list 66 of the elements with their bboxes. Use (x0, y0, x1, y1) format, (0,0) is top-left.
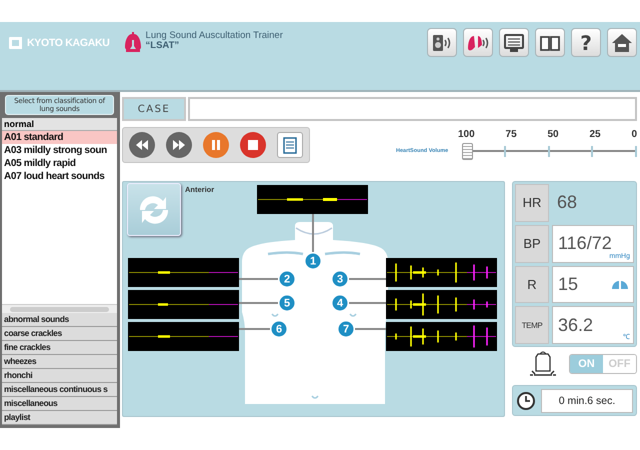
pause-icon (209, 139, 223, 151)
vital-label: BP (515, 224, 549, 262)
volume-tick-label: 0 (631, 129, 637, 142)
leader-line (349, 302, 386, 304)
company-name: KYOTO KAGAKU (27, 37, 110, 49)
vital-value: 36.2 (558, 314, 594, 336)
leader-line (239, 278, 278, 280)
category-item[interactable]: coarse crackles (2, 327, 117, 341)
sound-item[interactable]: A01 standard (2, 131, 117, 144)
volume-tick-label: 50 (548, 129, 559, 142)
category-item[interactable]: rhonchi (2, 369, 117, 383)
stop-button[interactable] (240, 132, 266, 158)
category-item[interactable]: miscellaneous continuous s (2, 383, 117, 397)
volume-slider-track[interactable] (462, 143, 637, 159)
leader-line (239, 328, 270, 330)
stop-icon (246, 139, 260, 151)
category-item[interactable]: playlist (2, 411, 117, 425)
monitor-button[interactable] (499, 28, 529, 57)
help-button[interactable]: ? (571, 28, 601, 57)
pause-button[interactable] (203, 132, 229, 158)
case-field[interactable] (188, 97, 637, 121)
leader-line (312, 214, 314, 252)
lungs-sound-button[interactable] (463, 28, 493, 57)
fast-forward-icon (172, 139, 186, 151)
sound-item[interactable]: A05 mildly rapid (2, 157, 117, 170)
category-item[interactable]: abnormal sounds (2, 313, 117, 327)
sound-item[interactable]: A03 mildly strong soun (2, 144, 117, 157)
rewind-button[interactable] (129, 132, 155, 158)
vital-value: 116/72 (558, 233, 612, 254)
product-code: “LSAT” (146, 41, 180, 51)
leader-line (239, 302, 278, 304)
vital-label: HR (515, 184, 549, 222)
vital-value: 68 (557, 192, 578, 214)
elapsed-time: 0 min.6 sec. (541, 388, 633, 412)
sound-item[interactable]: A07 loud heart sounds (2, 170, 117, 183)
notes-button[interactable] (277, 132, 303, 158)
vital-label: R (515, 266, 549, 304)
lungs-icon (612, 280, 628, 290)
volume-tick-label: 25 (589, 129, 601, 142)
leader-line (349, 278, 386, 280)
product-name: Lung Sound Auscultation Trainer (146, 31, 283, 41)
speaker-button[interactable] (427, 28, 457, 57)
category-item[interactable]: miscellaneous (2, 397, 117, 411)
leader-line (355, 328, 386, 330)
mannequin-icon (529, 349, 557, 379)
rewind-icon (135, 139, 149, 151)
category-item[interactable]: fine crackles (2, 341, 117, 355)
volume-tick-label: 100 (458, 129, 475, 142)
sound-list[interactable]: A01 standard A03 mildly strong soun A05 mildly rapid A07 loud heart sounds (2, 131, 117, 313)
volume-tick-label: 75 (506, 129, 517, 142)
notepad-icon (281, 136, 299, 154)
book-button[interactable] (535, 28, 565, 57)
vital-label: TEMP (515, 306, 549, 344)
monitor-icon (503, 32, 525, 52)
speaker-icon (431, 32, 453, 52)
group-header[interactable]: normal (2, 118, 117, 131)
clock-icon (516, 390, 536, 410)
home-icon (611, 32, 633, 52)
category-item[interactable]: wheezes (2, 355, 117, 369)
vital-value: 15 (558, 274, 578, 295)
logo-icon (8, 36, 23, 50)
volume-slider-thumb[interactable] (462, 143, 473, 160)
home-button[interactable] (607, 28, 637, 57)
fast-forward-button[interactable] (166, 132, 192, 158)
case-button[interactable]: CASE (122, 97, 186, 121)
horizontal-scrollbar[interactable] (2, 304, 117, 313)
